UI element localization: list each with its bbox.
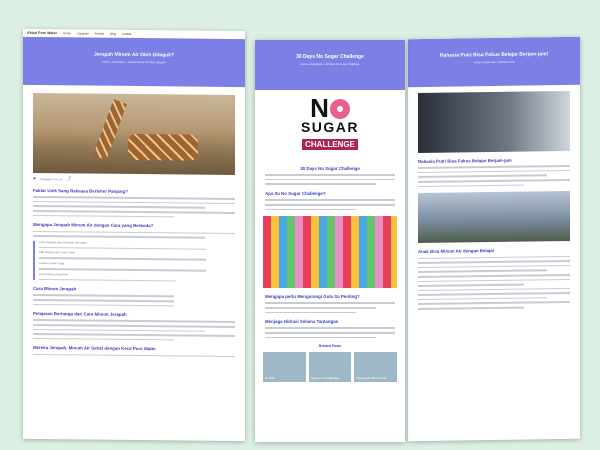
heart-icon[interactable]: ♥ [33,176,36,182]
nav-item[interactable]: Layanan [77,31,89,35]
giraffe-image [33,92,235,176]
page-title: 30 Days No Sugar Challenge [296,54,364,60]
candy-image [263,216,397,289]
page-left: Aktari Pure Water Home Layanan Produk Bl… [23,28,245,442]
section-heading: Mengapa perlu Mengurangi Gula Sa Penting… [265,294,360,300]
section-heading: Mereka Jerapah, Minum Air Sehat dengan K… [33,345,156,352]
page-title: Rahasia Putri Bisa Fokus Belajar Berjam-… [439,51,549,59]
page-title: Jerapah Minum Air Oleh Ditegok? [93,51,175,59]
breadcrumb[interactable]: Home » Kesehatan » Jerapah Minum Air Ole… [23,60,245,65]
post-meta: ♥ Tanggalan Pure H2 ⤴ [33,176,235,184]
nav-item[interactable]: Blog [110,32,116,36]
hero-banner: Jerapah Minum Air Oleh Ditegok? Home » K… [23,36,245,88]
section-heading: Cara Minum Jerapah [33,286,77,292]
section-heading: Rahasia Putri Bisa Fokus Belajar Berjam-… [418,157,512,165]
list-item: Posisi Minum yang Aman [39,272,69,276]
related-card[interactable]: Penanganan Bantu Untuk [354,352,398,383]
nav-item[interactable]: Produk [95,32,105,36]
author-name[interactable]: Tanggalan Pure H2 [40,178,62,181]
page-middle: 30 Days No Sugar Challenge Home » Keseha… [255,40,405,442]
related-card[interactable]: Air Putih [263,352,306,383]
related-title: Related Posts [318,344,342,349]
related-card[interactable]: Tetapi Air Lebih Menjaga [308,352,352,383]
brand-logo[interactable]: Aktari Pure Water [27,31,57,35]
list-item: Leher Panjang yang Membuat Tantangan [39,240,87,245]
bullet-list: Leher Panjang yang Membuat Tantangan Kak… [33,240,235,283]
section-heading: Apa Itu No Sugar Challenge? [265,191,326,197]
no-sugar-logo: N SUGAR CHALLENGE [263,95,397,160]
section-heading: Menjaga Hidrasi Selama Tantangan [265,319,339,325]
student-photo [418,90,570,154]
breadcrumb[interactable]: Home » Kesehatan » 30 Days No Sugar Chal… [255,63,405,66]
donut-icon [329,99,350,119]
section-heading: Anak Bisa Minum Air dengan Belajar [418,248,495,255]
list-item: Tekanan Darah Tinggi [39,261,65,266]
section-heading: Faktar Unik Sang Raksasa Berleher Panjan… [33,187,128,194]
landscape-photo [418,191,570,244]
share-icon[interactable]: ⤴ [66,176,71,182]
section-heading: Pelajaran Berharga dari Cara Minum Jerap… [33,311,127,318]
list-item: Kaki Panjang dan Posisi Tubuh [39,251,75,255]
breadcrumb[interactable]: Home » Kesehatan » Rahasia Putri [408,60,580,65]
page-right: Rahasia Putri Bisa Fokus Belajar Berjam-… [408,36,580,442]
nav-item[interactable]: Kontak [122,32,131,36]
nav-item[interactable]: Home [63,31,71,35]
hero-banner: Rahasia Putri Bisa Fokus Belajar Berjam-… [408,36,580,88]
hero-banner: 30 Days No Sugar Challenge Home » Keseha… [255,40,405,90]
section-heading: Mengapa Jerapah Minum Air dengan Cara ya… [33,222,154,229]
related-posts: Air Putih Tetapi Air Lebih Menjaga Penan… [263,352,398,383]
section-heading: 30 Days No Sugar Challenge [300,166,360,171]
